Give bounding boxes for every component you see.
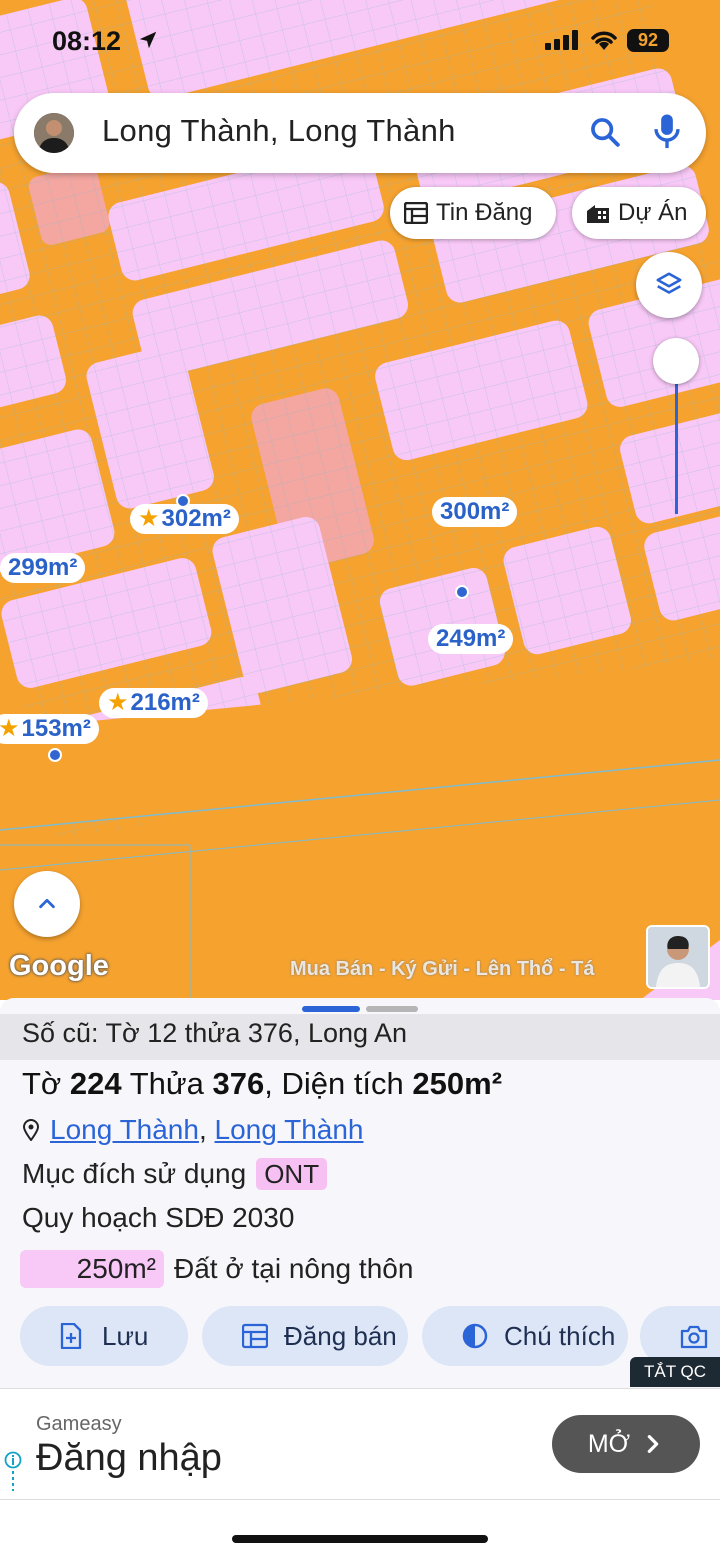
voice-search-button[interactable] [652,113,682,156]
sheet-handle[interactable] [366,1006,418,1012]
wifi-icon [591,31,617,50]
star-icon: ★ [0,715,20,742]
parcel-label[interactable]: ★216m² [99,688,208,718]
location-arrow-icon [139,31,157,49]
old-number-bar: Số cũ: Tờ 12 thửa 376, Long An [0,1014,720,1060]
save-button[interactable]: Lưu [20,1306,188,1366]
parcel-marker[interactable] [176,494,190,508]
hide-ads-button[interactable]: TẮT QC [630,1357,720,1387]
parcel-title: Tờ 224 Thửa 376, Diện tích 250m² [22,1066,502,1102]
chip-listings[interactable]: Tin Đăng [390,187,556,239]
area-label: , Diện tích [264,1066,404,1101]
search-input[interactable]: Long Thành, Long Thành [102,113,456,149]
address-link-district[interactable]: Long Thành [50,1114,199,1145]
address-link-province[interactable]: Long Thành [215,1114,364,1145]
ad-info-icon[interactable] [4,1451,22,1491]
parcel-info-sheet: Số cũ: Tờ 12 thửa 376, Long An Tờ 224 Th… [0,998,720,1388]
layers-button[interactable] [636,252,702,318]
avatar[interactable] [34,113,74,153]
zoom-slider-handle[interactable] [653,338,699,384]
star-icon: ★ [138,505,160,532]
ad-open-label: MỞ [587,1429,631,1458]
microphone-icon [654,114,680,149]
listing-table-icon [242,1323,268,1349]
agent-thumbnail[interactable] [646,925,710,989]
legend-label: Chú thích [504,1320,616,1351]
chip-projects-label: Dự Án [618,199,688,226]
chip-listings-label: Tin Đăng [436,199,533,226]
legend-swatch: 250m² [20,1250,164,1288]
search-button[interactable] [588,115,622,154]
parcel-label[interactable]: ★153m² [0,714,99,744]
listings-icon [404,202,428,224]
post-sale-label: Đăng bán [284,1320,397,1351]
watermark-text: Mua Bán - Ký Gửi - Lên Thổ - Tá [290,958,595,980]
title-prefix: Tờ [22,1066,62,1101]
action-bar: Lưu Đăng bán Chú thích C [20,1306,720,1368]
address-separator: , [198,1114,207,1145]
sheet-handle-active[interactable] [302,1006,360,1012]
title-mid: Thửa [129,1066,204,1101]
contrast-icon [462,1323,488,1349]
cellular-signal-icon [545,30,578,50]
old-number-text: Số cũ: Tờ 12 thửa 376, Long An [22,1018,408,1048]
parcel-number: 376 [212,1066,265,1101]
land-use-purpose: Mục đích sử dụng ONT [22,1158,328,1190]
ad-brand: Gameasy [36,1413,122,1435]
google-logo: Google [9,950,109,982]
zoom-slider-track[interactable] [675,382,678,514]
purpose-label: Mục đích sử dụng [22,1158,247,1189]
ad-banner[interactable]: Gameasy Đăng nhập MỞ [0,1388,720,1500]
chevron-right-icon [647,1435,659,1453]
ad-open-button[interactable]: MỞ [552,1415,700,1473]
address-line: Long Thành, Long Thành [22,1114,364,1148]
search-bar[interactable]: Long Thành, Long Thành [14,93,706,173]
add-photo-icon [680,1325,708,1349]
layers-icon [656,272,682,294]
parcel-label[interactable]: 300m² [432,497,518,527]
save-label: Lưu [102,1320,149,1351]
expand-up-button[interactable] [14,871,80,937]
parcel-marker[interactable] [48,748,62,762]
parcel-label[interactable]: 299m² [0,553,86,583]
parcel-label[interactable]: 249m² [428,624,514,654]
ad-title: Đăng nhập [36,1437,222,1479]
legend-description: Đất ở tại nông thôn [174,1253,414,1284]
parcel-area: 250m² [412,1066,503,1101]
chip-projects[interactable]: Dự Án [572,187,706,239]
home-indicator[interactable] [232,1535,488,1543]
land-plan-label: Quy hoạch SDĐ 2030 [22,1202,295,1233]
person-photo-icon [648,927,708,987]
legend-button[interactable]: Chú thích [422,1306,628,1366]
parcel-marker[interactable] [455,585,469,599]
sheet-number: 224 [69,1066,122,1101]
status-bar: 08:12 92 [0,0,720,80]
status-time: 08:12 [52,26,122,56]
user-avatar-icon [34,113,74,153]
post-sale-button[interactable]: Đăng bán [202,1306,408,1366]
purpose-code-badge: ONT [256,1158,328,1190]
parcel-label[interactable]: ★302m² [130,504,239,534]
star-icon: ★ [107,689,129,716]
battery-indicator: 92 [627,29,669,52]
building-icon [587,205,609,223]
map-pin-icon [22,1118,40,1142]
search-icon [591,118,620,147]
chevron-up-icon [39,898,55,909]
legend-row: 250m² Đất ở tại nông thôn [20,1250,413,1288]
add-file-icon [60,1323,82,1349]
